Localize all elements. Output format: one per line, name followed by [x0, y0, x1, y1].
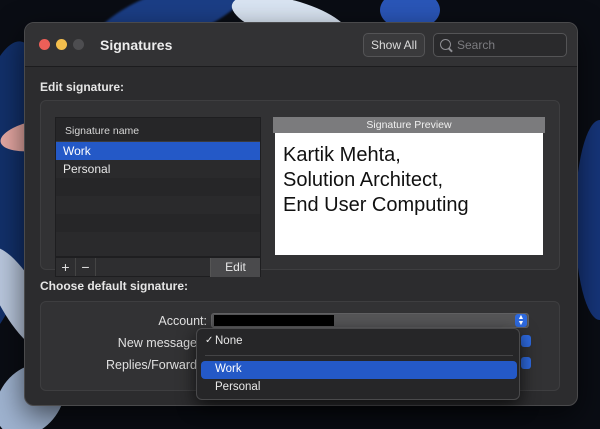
- close-button[interactable]: [39, 39, 50, 50]
- empty-row: [56, 214, 260, 232]
- signature-preview-header: Signature Preview: [273, 117, 545, 133]
- redacted-account: [214, 315, 334, 326]
- add-signature-button[interactable]: +: [56, 258, 76, 276]
- remove-signature-button[interactable]: −: [76, 258, 96, 276]
- new-message-popup-chevron-icon[interactable]: [521, 335, 531, 347]
- empty-row: [56, 178, 260, 196]
- new-message-label: New message: [117, 336, 197, 350]
- checkmark-icon: ✓: [205, 335, 214, 346]
- menu-item-work[interactable]: Work: [201, 361, 517, 379]
- traffic-lights: [39, 39, 84, 50]
- replies-forward-label: Replies/Forward: [105, 358, 197, 372]
- preview-line: Kartik Mehta,: [283, 144, 401, 166]
- menu-item-personal[interactable]: Personal: [201, 379, 517, 397]
- signature-item-work[interactable]: Work: [56, 142, 260, 160]
- menu-separator: [205, 355, 513, 356]
- show-all-button[interactable]: Show All: [362, 32, 425, 57]
- window-title: Signatures: [100, 36, 173, 53]
- account-label: Account:: [158, 314, 207, 328]
- account-popup[interactable]: ▲ ▼: [211, 313, 529, 328]
- popup-chevron-icon: ▲ ▼: [515, 314, 527, 327]
- minimize-button[interactable]: [56, 39, 67, 50]
- preview-line: End User Computing: [283, 194, 469, 216]
- signature-list-header: Signature name: [56, 118, 260, 142]
- edit-signature-button[interactable]: Edit: [210, 257, 260, 277]
- empty-row: [56, 196, 260, 214]
- menu-item-none[interactable]: ✓ None: [201, 333, 517, 351]
- replies-popup-chevron-icon[interactable]: [521, 357, 531, 369]
- titlebar: Signatures Show All Search: [25, 23, 577, 67]
- preview-line: Solution Architect,: [283, 169, 444, 191]
- empty-row: [56, 232, 260, 250]
- edit-signature-label: Edit signature:: [40, 80, 125, 94]
- search-icon: [440, 39, 451, 50]
- search-input[interactable]: Search: [433, 32, 567, 57]
- signature-preview: Kartik Mehta, Solution Architect, End Us…: [275, 133, 543, 255]
- default-signature-label: Choose default signature:: [40, 279, 189, 293]
- search-placeholder: Search: [457, 37, 496, 52]
- zoom-button[interactable]: [73, 39, 84, 50]
- signature-list-footer: + − Edit: [55, 257, 261, 277]
- signature-item-personal[interactable]: Personal: [56, 160, 260, 178]
- signature-popup-menu: ✓ None Work Personal: [196, 328, 520, 400]
- signature-list: Signature name Work Personal: [55, 117, 261, 257]
